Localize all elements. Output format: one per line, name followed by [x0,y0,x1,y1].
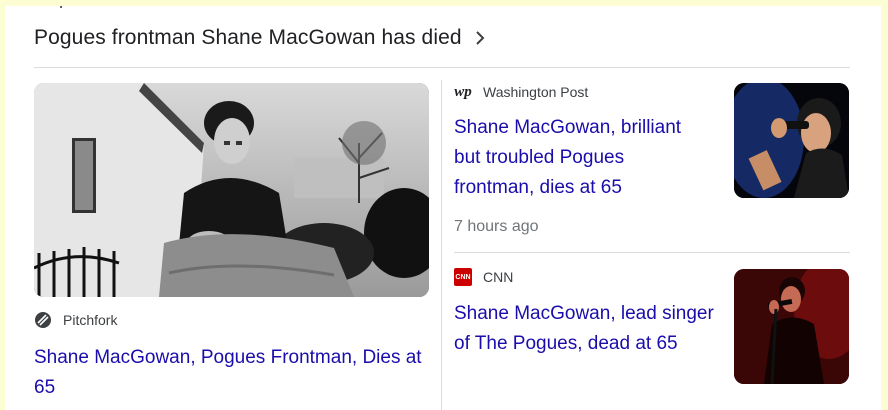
side-story-1-headline[interactable]: Shane MacGowan, brilliant but troubled P… [454,113,709,203]
top-stories-card: Pogues frontman Shane MacGowan has died [5,6,881,410]
washington-post-logo-icon: wp [454,83,472,100]
side-story-1-source: wp Washington Post [454,83,588,101]
story-header-title: Pogues frontman Shane MacGowan has died [34,26,462,49]
side-stories-divider [454,252,850,253]
story-header-link[interactable]: Pogues frontman Shane MacGowan has died [34,22,486,54]
main-story-source-name: Pitchfork [63,312,118,328]
main-story-headline[interactable]: Shane MacGowan, Pogues Frontman, Dies at… [34,343,429,403]
pitchfork-logo-icon [34,311,52,329]
side-story-1-time: 7 hours ago [454,218,539,235]
side-story-2-headline[interactable]: Shane MacGowan, lead singer of The Pogue… [454,299,714,359]
cnn-logo-icon: CNN [454,268,472,286]
chevron-right-icon [474,31,486,45]
column-divider [441,80,442,410]
side-story-2-source-name: CNN [483,269,514,285]
main-story-source: Pitchfork [34,311,117,329]
side-story-2-thumbnail[interactable] [734,269,849,384]
side-story-1-source-name: Washington Post [483,84,589,100]
main-story-image[interactable] [34,83,429,297]
header-divider [34,67,850,68]
side-story-2-source: CNN CNN [454,268,513,286]
side-story-1-thumbnail[interactable] [734,83,849,198]
clipped-heading-fragment [60,6,76,8]
